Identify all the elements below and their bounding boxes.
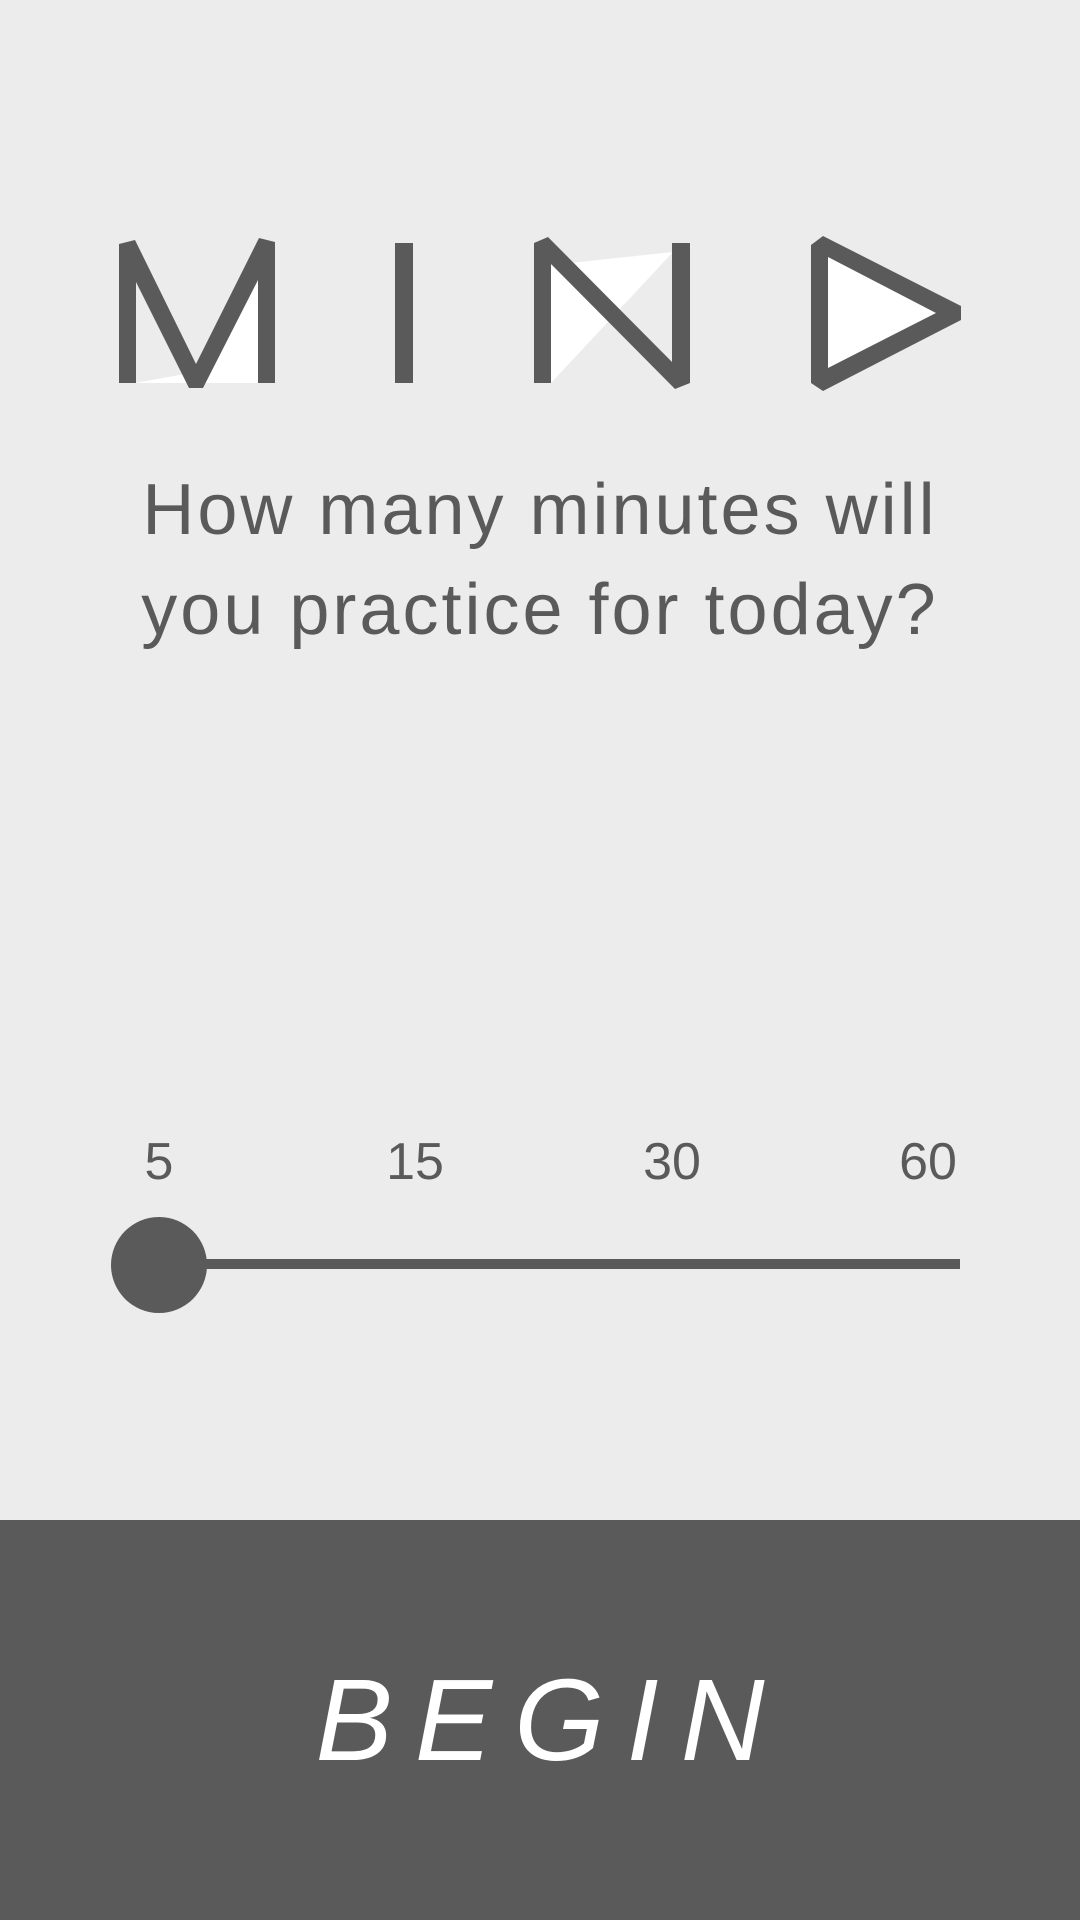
question-line-2: you practice for today?: [141, 570, 939, 650]
slider-thumb[interactable]: [111, 1217, 207, 1313]
mind-logo-icon: [119, 236, 961, 391]
tick-label-30[interactable]: 30: [612, 1132, 732, 1192]
question-line-1: How many minutes will: [142, 470, 938, 550]
logo-letter-i: [395, 243, 413, 383]
begin-button-label: BEGIN: [315, 1655, 787, 1785]
logo-letter-d: [811, 236, 961, 391]
slider-track[interactable]: [158, 1259, 960, 1269]
logo-letter-n: [534, 237, 690, 389]
logo-letter-m: [119, 238, 275, 388]
tick-label-5[interactable]: 5: [99, 1132, 219, 1192]
question-text: How many minutes will you practice for t…: [90, 460, 990, 660]
begin-button[interactable]: BEGIN: [0, 1520, 1080, 1920]
tick-label-60[interactable]: 60: [868, 1132, 988, 1192]
tick-label-15[interactable]: 15: [355, 1132, 475, 1192]
minutes-slider[interactable]: [110, 1215, 970, 1315]
